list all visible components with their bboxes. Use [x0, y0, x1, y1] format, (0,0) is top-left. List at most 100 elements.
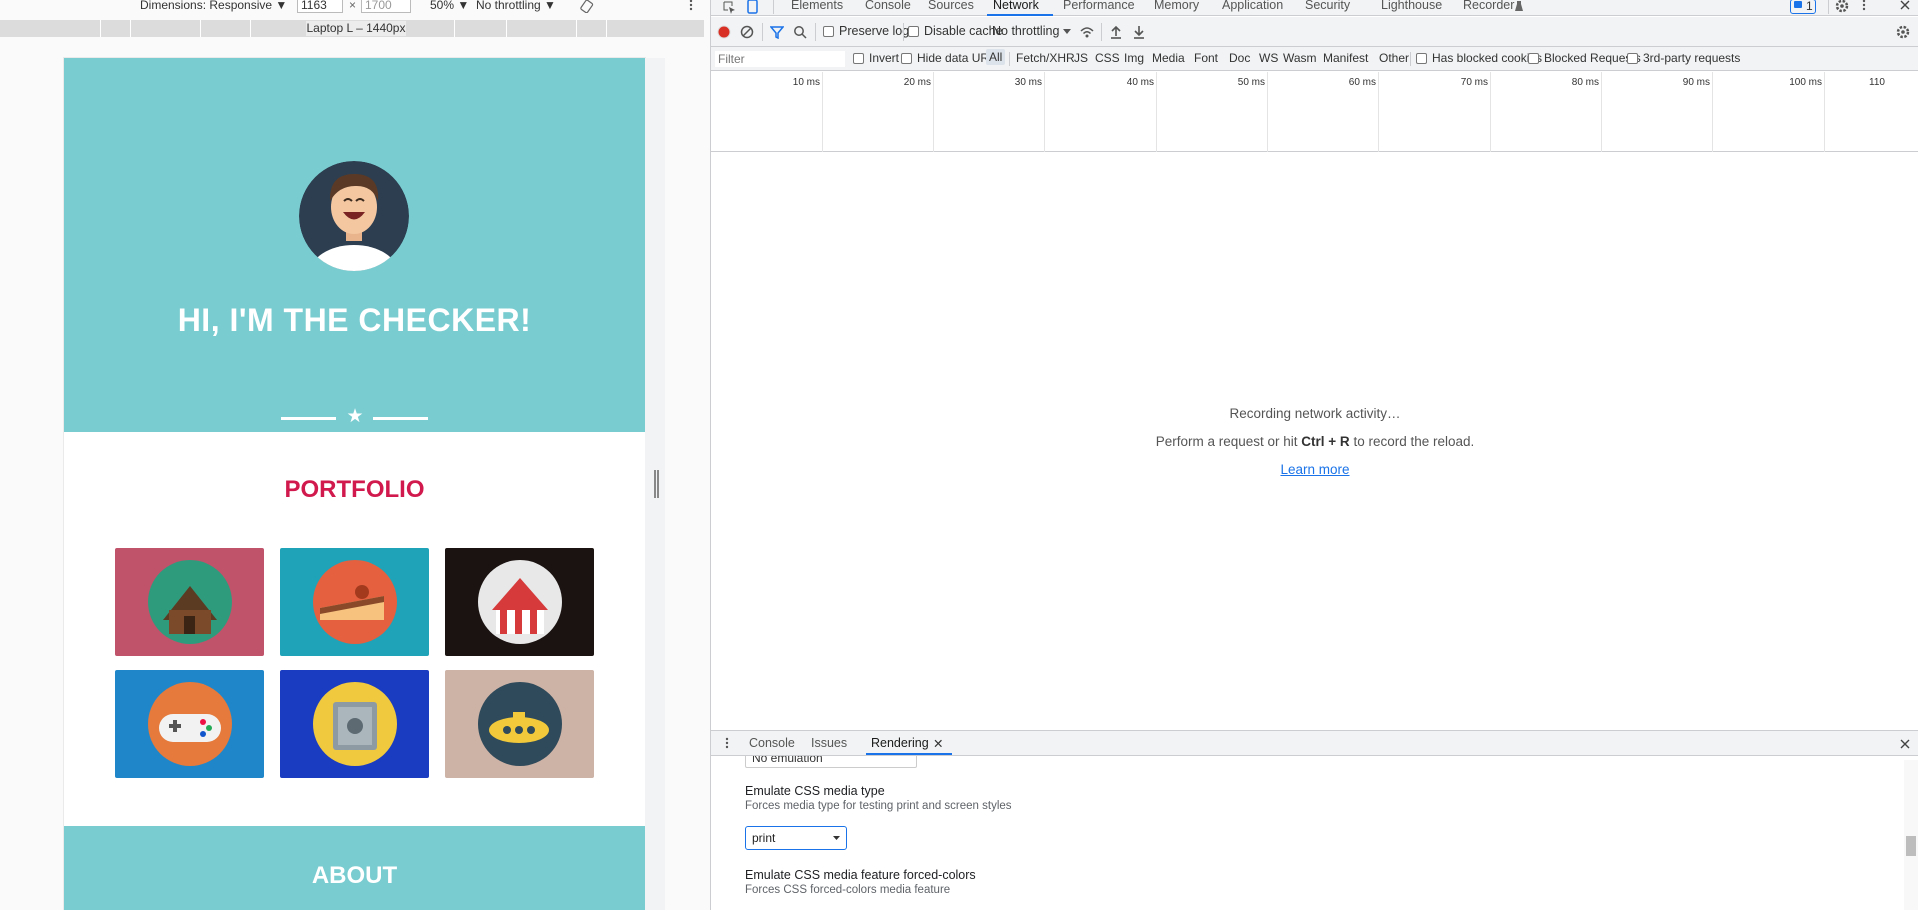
learn-more-link[interactable]: Learn more [1280, 462, 1349, 477]
tab-performance[interactable]: Performance [1063, 0, 1135, 12]
device-emulation-pane: Dimensions: Responsive ▼ 1163 × 1700 50%… [0, 0, 710, 910]
drawer-scrollbar-thumb[interactable] [1906, 836, 1916, 856]
tab-elements[interactable]: Elements [791, 0, 843, 12]
filter-type-img[interactable]: Img [1124, 51, 1144, 65]
tab-sources[interactable]: Sources [928, 0, 974, 12]
network-toolbar: Preserve log Disable cache No throttling [711, 17, 1918, 47]
forced-colors-description: Forces CSS forced-colors media feature [745, 884, 951, 896]
export-har-icon[interactable] [1132, 24, 1146, 40]
drawer-tab-console[interactable]: Console [749, 736, 795, 750]
width-input[interactable]: 1163 [297, 0, 343, 13]
height-input[interactable]: 1700 [361, 0, 411, 13]
close-rendering-tab-icon[interactable]: ✕ [933, 736, 943, 751]
has-blocked-cookies-checkbox[interactable] [1416, 53, 1427, 64]
disable-cache-checkbox[interactable] [908, 26, 919, 37]
network-conditions-icon[interactable] [1079, 24, 1095, 40]
chevron-down-icon [1063, 29, 1071, 34]
emulation-select-cut[interactable]: No emulation [745, 756, 917, 768]
recording-message: Recording network activity… [1229, 406, 1401, 421]
issues-count: 1 [1806, 0, 1813, 13]
close-devtools-icon[interactable] [1899, 0, 1911, 11]
timeline-tick-label: 40 ms [1126, 77, 1154, 88]
portfolio-tile-circus[interactable] [445, 548, 594, 656]
rendering-panel: No emulation Emulate CSS media type Forc… [711, 756, 1918, 910]
close-drawer-icon[interactable] [1899, 738, 1911, 750]
filter-input[interactable] [715, 51, 845, 67]
clear-icon[interactable] [740, 25, 754, 39]
filter-type-ws[interactable]: WS [1259, 51, 1278, 65]
hero-title: HI, I'M THE CHECKER! [177, 302, 532, 338]
filter-type-all[interactable]: All [986, 49, 1006, 65]
about-title: ABOUT [311, 862, 398, 889]
drawer-tab-rendering[interactable]: Rendering [871, 736, 929, 750]
filter-type-css[interactable]: CSS [1095, 51, 1120, 65]
throttle-dropdown[interactable]: No throttling ▼ [476, 0, 556, 12]
import-har-icon[interactable] [1109, 24, 1123, 40]
inspect-element-icon[interactable] [722, 0, 736, 14]
filter-type-other[interactable]: Other [1379, 51, 1409, 65]
network-settings-gear-icon[interactable] [1896, 25, 1910, 39]
portfolio-tile-safe[interactable] [280, 670, 429, 778]
throttling-select[interactable]: No throttling [992, 24, 1059, 38]
preserve-log-checkbox[interactable] [823, 26, 834, 37]
timeline-tick-label: 30 ms [1014, 77, 1042, 88]
more-options-icon[interactable] [688, 0, 694, 13]
flask-icon [1515, 1, 1523, 11]
media-type-description: Forces media type for testing print and … [745, 800, 1012, 812]
avatar [299, 161, 409, 271]
reload-hint: Perform a request or hit Ctrl + R to rec… [1155, 434, 1475, 449]
tab-lighthouse[interactable]: Lighthouse [1381, 0, 1442, 12]
drawer-menu-icon[interactable] [724, 737, 730, 751]
customize-menu-icon[interactable] [1861, 0, 1867, 13]
media-type-select[interactable]: print [745, 826, 847, 850]
hero-divider: ★ [281, 407, 428, 428]
filter-type-js[interactable]: JS [1074, 51, 1088, 65]
timeline-tick-label: 20 ms [903, 77, 931, 88]
search-icon[interactable] [793, 25, 807, 39]
network-filter-bar: Invert Hide data URLs All Fetch/XHR JS C… [711, 47, 1918, 71]
drawer-scrollbar[interactable] [1904, 760, 1918, 910]
emulated-page: HI, I'M THE CHECKER! ★ PORTFOLIO ★ ABOUT [64, 58, 645, 910]
invert-checkbox[interactable] [853, 53, 864, 64]
portfolio-title: PORTFOLIO [284, 476, 425, 503]
portfolio-tile-cake[interactable] [280, 548, 429, 656]
network-overview-timeline[interactable]: 10 ms 20 ms 30 ms 40 ms 50 ms 60 ms 70 m… [711, 72, 1918, 152]
record-icon[interactable] [717, 25, 731, 39]
tab-application[interactable]: Application [1222, 0, 1283, 12]
filter-type-media[interactable]: Media [1152, 51, 1185, 65]
filter-type-manifest[interactable]: Manifest [1323, 51, 1368, 65]
tab-console[interactable]: Console [865, 0, 911, 12]
portfolio-tile-cabin[interactable] [115, 548, 264, 656]
blocked-requests-checkbox[interactable] [1528, 53, 1539, 64]
issues-badge[interactable]: 1 [1790, 0, 1816, 14]
portfolio-tile-submarine[interactable] [445, 670, 594, 778]
timeline-tick-label: 60 ms [1348, 77, 1376, 88]
filter-type-wasm[interactable]: Wasm [1283, 51, 1317, 65]
filter-type-fetch-xhr[interactable]: Fetch/XHR [1016, 51, 1075, 65]
dimensions-dropdown[interactable]: Dimensions: Responsive ▼ [140, 0, 287, 12]
filter-type-font[interactable]: Font [1194, 51, 1218, 65]
timeline-tick-label: 10 ms [792, 77, 820, 88]
dimension-times: × [349, 0, 357, 12]
settings-gear-icon[interactable] [1835, 0, 1849, 13]
tab-memory[interactable]: Memory [1154, 0, 1199, 12]
third-party-requests-checkbox[interactable] [1627, 53, 1638, 64]
tab-recorder[interactable]: Recorder [1463, 0, 1514, 12]
hide-data-urls-checkbox[interactable] [901, 53, 912, 64]
tab-security[interactable]: Security [1305, 0, 1350, 12]
tab-network[interactable]: Network [993, 0, 1039, 12]
has-blocked-cookies-label: Has blocked cookies [1432, 51, 1543, 65]
drawer-tab-bar: Console Issues Rendering ✕ [711, 730, 1918, 756]
zoom-dropdown[interactable]: 50% ▼ [430, 0, 469, 12]
media-query-bar[interactable]: Laptop L – 1440px [0, 20, 704, 37]
active-tab-indicator [987, 14, 1053, 16]
device-toolbar-toggle-icon[interactable] [745, 0, 759, 14]
rotate-icon[interactable] [580, 0, 594, 13]
drawer-tab-issues[interactable]: Issues [811, 736, 847, 750]
resize-handle[interactable] [654, 470, 659, 498]
filter-type-doc[interactable]: Doc [1229, 51, 1250, 65]
filter-icon[interactable] [770, 25, 784, 39]
devtools-tab-bar: Elements Console Sources Network Perform… [711, 0, 1918, 16]
portfolio-tile-gamepad[interactable] [115, 670, 264, 778]
disable-cache-label: Disable cache [924, 24, 1003, 38]
